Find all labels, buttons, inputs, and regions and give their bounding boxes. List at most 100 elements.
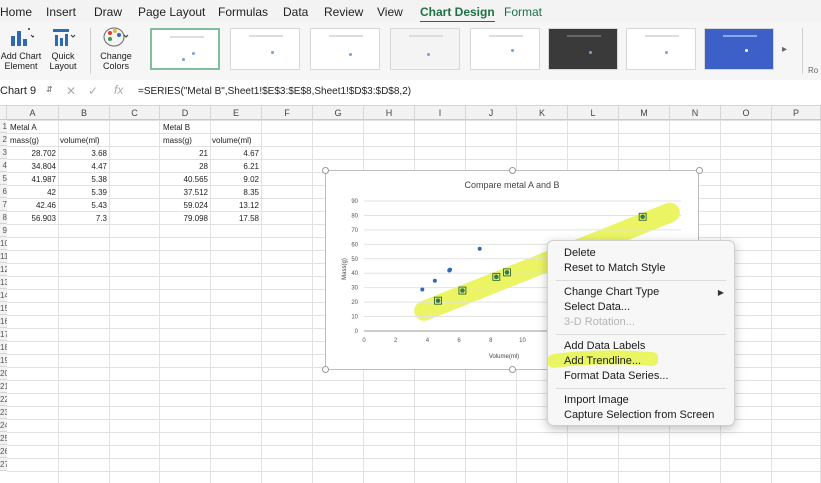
metal-b-header-mass[interactable]: mass(g): [163, 134, 192, 147]
resize-handle[interactable]: [322, 366, 329, 373]
column-header[interactable]: J: [466, 106, 517, 120]
metal-a-mass-cell[interactable]: 42: [10, 186, 56, 199]
series-b-point[interactable]: [504, 270, 510, 275]
column-header[interactable]: D: [160, 106, 211, 120]
change-colors-button[interactable]: Change Colors: [96, 26, 136, 71]
tab-chart-design[interactable]: Chart Design: [420, 5, 495, 23]
column-header[interactable]: N: [670, 106, 721, 120]
series-b-point[interactable]: [460, 288, 465, 293]
metal-b-volume-cell[interactable]: 4.67: [213, 147, 259, 160]
metal-b-volume-cell[interactable]: 6.21: [213, 160, 259, 173]
series-a-point[interactable]: [432, 278, 437, 283]
tab-data[interactable]: Data: [283, 5, 308, 19]
metal-b-mass-cell[interactable]: 21: [162, 147, 208, 160]
row-header[interactable]: 25: [0, 432, 7, 445]
metal-b-volume-cell[interactable]: 13.12: [213, 199, 259, 212]
menu-item-add-trendline[interactable]: Add Trendline...: [564, 355, 641, 367]
row-header[interactable]: 17: [0, 328, 7, 341]
column-header[interactable]: M: [619, 106, 670, 120]
metal-b-header-volume[interactable]: volume(ml): [212, 134, 252, 147]
tab-page-layout[interactable]: Page Layout: [138, 5, 205, 19]
row-header[interactable]: 8: [0, 211, 7, 224]
metal-a-volume-cell[interactable]: 5.38: [61, 173, 107, 186]
row-header[interactable]: 5: [0, 172, 7, 185]
menu-item-delete[interactable]: Delete: [564, 247, 596, 259]
row-header[interactable]: 24: [0, 419, 7, 432]
row-header[interactable]: 13: [0, 276, 7, 289]
resize-handle[interactable]: [509, 366, 516, 373]
menu-item-select-data[interactable]: Select Data...: [564, 301, 630, 313]
chart-style-thumb-5[interactable]: [470, 28, 540, 70]
metal-a-mass-cell[interactable]: 28.702: [10, 147, 56, 160]
chart-style-thumb-7[interactable]: [626, 28, 696, 70]
series-a-point[interactable]: [420, 287, 425, 292]
metal-a-volume-cell[interactable]: 5.39: [61, 186, 107, 199]
metal-a-volume-cell[interactable]: 7.3: [61, 212, 107, 225]
menu-item-add-data-labels[interactable]: Add Data Labels: [564, 340, 645, 352]
metal-a-header-volume[interactable]: volume(ml): [60, 134, 100, 147]
column-header[interactable]: O: [721, 106, 772, 120]
series-b-point[interactable]: [640, 214, 645, 220]
row-header[interactable]: 18: [0, 341, 7, 354]
row-header[interactable]: 16: [0, 315, 7, 328]
confirm-icon[interactable]: ✓: [88, 84, 98, 98]
series-b-point[interactable]: [494, 274, 499, 280]
metal-a-title[interactable]: Metal A: [10, 121, 37, 134]
cancel-icon[interactable]: ✕: [66, 84, 76, 98]
menu-item-reset-style[interactable]: Reset to Match Style: [564, 262, 666, 274]
row-header[interactable]: 22: [0, 393, 7, 406]
metal-b-volume-cell[interactable]: 8.35: [213, 186, 259, 199]
menu-item-import-image[interactable]: Import Image: [564, 394, 629, 406]
metal-a-mass-cell[interactable]: 56.903: [10, 212, 56, 225]
series-b-point[interactable]: [435, 298, 441, 303]
tab-formulas[interactable]: Formulas: [218, 5, 268, 19]
column-header[interactable]: F: [262, 106, 313, 120]
metal-b-volume-cell[interactable]: 17.58: [213, 212, 259, 225]
menu-item-format-data-series[interactable]: Format Data Series...: [564, 370, 669, 382]
row-header[interactable]: 21: [0, 380, 7, 393]
row-header[interactable]: 23: [0, 406, 7, 419]
metal-a-mass-cell[interactable]: 41.987: [10, 173, 56, 186]
metal-b-mass-cell[interactable]: 40.565: [162, 173, 208, 186]
column-header[interactable]: I: [415, 106, 466, 120]
column-header[interactable]: K: [517, 106, 568, 120]
chart-style-thumb-2[interactable]: [230, 28, 300, 70]
row-header[interactable]: 2: [0, 133, 7, 146]
tab-insert[interactable]: Insert: [46, 5, 76, 19]
quick-layout-button[interactable]: Quick Layout: [44, 26, 82, 71]
row-header[interactable]: 15: [0, 302, 7, 315]
row-header[interactable]: 1: [0, 120, 7, 133]
column-header[interactable]: P: [772, 106, 821, 120]
tab-draw[interactable]: Draw: [94, 5, 122, 19]
chart-style-thumb-8[interactable]: [704, 28, 774, 70]
row-header[interactable]: 7: [0, 198, 7, 211]
column-header[interactable]: G: [313, 106, 364, 120]
tab-view[interactable]: View: [377, 5, 403, 19]
row-header[interactable]: 10: [0, 237, 7, 250]
row-header[interactable]: 19: [0, 354, 7, 367]
resize-handle[interactable]: [509, 167, 516, 174]
column-header[interactable]: E: [211, 106, 262, 120]
metal-a-header-mass[interactable]: mass(g): [10, 134, 39, 147]
column-header[interactable]: A: [7, 106, 59, 120]
row-header[interactable]: 6: [0, 185, 7, 198]
metal-b-title[interactable]: Metal B: [163, 121, 190, 134]
metal-a-mass-cell[interactable]: 34.804: [10, 160, 56, 173]
metal-a-volume-cell[interactable]: 5.43: [61, 199, 107, 212]
series-a-point[interactable]: [448, 267, 453, 272]
function-icon[interactable]: fx: [114, 83, 123, 97]
column-header[interactable]: H: [364, 106, 415, 120]
menu-item-capture-selection[interactable]: Capture Selection from Screen: [564, 409, 714, 421]
metal-a-mass-cell[interactable]: 42.46: [10, 199, 56, 212]
tab-review[interactable]: Review: [324, 5, 363, 19]
tab-home[interactable]: Home: [0, 5, 32, 19]
row-header[interactable]: 14: [0, 289, 7, 302]
metal-a-volume-cell[interactable]: 3.68: [61, 147, 107, 160]
select-all-corner[interactable]: [0, 106, 7, 120]
column-header[interactable]: L: [568, 106, 619, 120]
chart-style-thumb-4[interactable]: [390, 28, 460, 70]
name-box-stepper-icon[interactable]: ⇵: [46, 85, 53, 94]
gallery-scroll-right-icon[interactable]: ▸: [782, 44, 787, 55]
chart-style-thumb-1[interactable]: [150, 28, 220, 70]
row-header[interactable]: 20: [0, 367, 7, 380]
